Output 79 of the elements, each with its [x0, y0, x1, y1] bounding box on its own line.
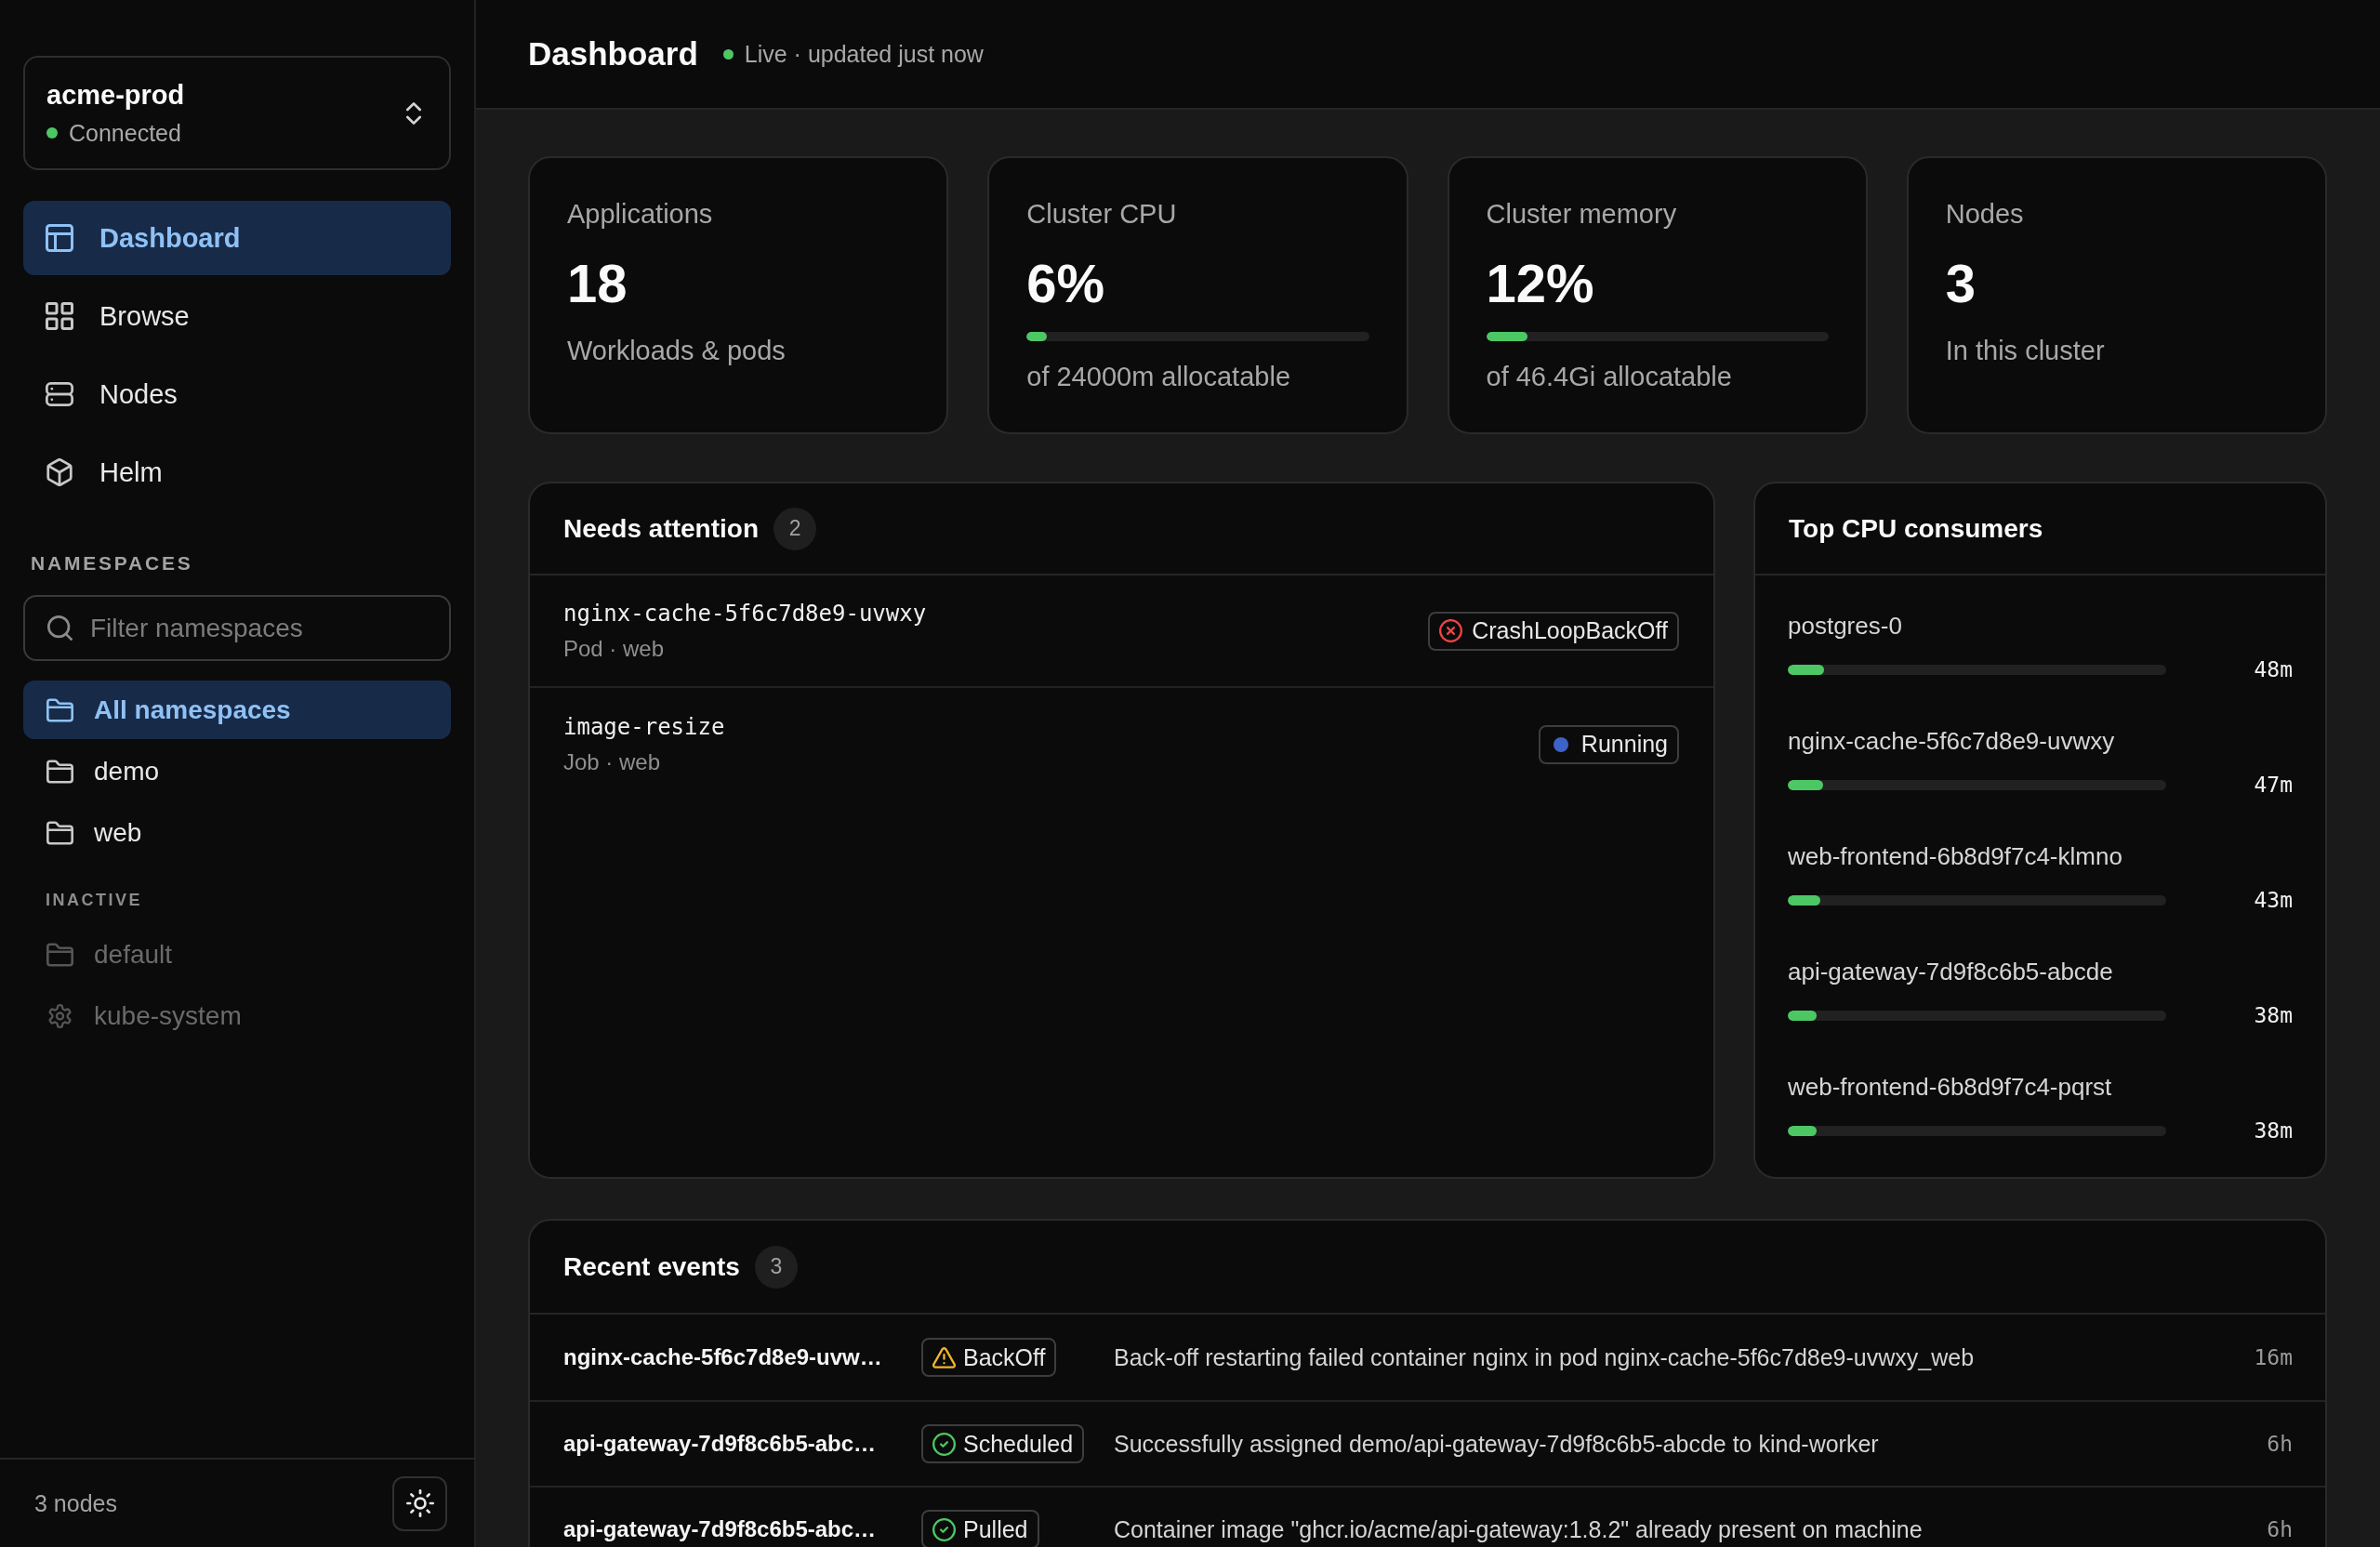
pod-name: postgres-0: [1788, 612, 1903, 640]
workload-detail: Job · web: [563, 748, 662, 775]
stat-value: 12%: [1486, 252, 1595, 315]
pod-name: web-frontend-6b8d9f7c4-klmno: [1788, 842, 2123, 870]
section-heading: NAMESPACES: [30, 551, 194, 575]
event-message: Container image "ghcr.io/acme/api-gateway:1.8.2" already present on machine: [1114, 1515, 1924, 1543]
stat-value: 3: [1945, 252, 1977, 315]
page-title: Dashboard: [528, 35, 698, 73]
namespace-item[interactable]: All namespaces: [23, 681, 451, 739]
stat-caption: Workloads & pods: [567, 335, 787, 366]
panel-title: Recent events: [563, 1251, 740, 1282]
stat-value: 18: [567, 252, 628, 315]
event-object: api-gateway-7d9f8c6b5-abc…: [563, 1516, 878, 1542]
status-dot-icon: [1553, 736, 1568, 752]
nav-item[interactable]: Browse: [23, 279, 451, 353]
folder-icon: [46, 759, 73, 784]
cube-icon: [46, 458, 73, 486]
event-age: 6h: [2267, 1432, 2293, 1456]
folder-icon: [46, 942, 73, 967]
warning-triangle-icon: [932, 1345, 956, 1369]
nav-item[interactable]: Dashboard: [23, 201, 451, 275]
x-circle-icon: [1439, 619, 1463, 642]
workload-name: image-resize: [563, 713, 725, 740]
cpu-reading: 47m: [2254, 773, 2293, 797]
sun-icon: [405, 1489, 434, 1517]
status-text: CrashLoopBackOff: [1472, 617, 1668, 644]
update-status: Live · updated just now: [744, 40, 984, 68]
gear-icon: [46, 1003, 73, 1028]
check-circle-icon: [932, 1517, 956, 1541]
connection-status: Connected: [69, 119, 181, 147]
chevrons-up-down-icon: [406, 100, 421, 126]
cpu-reading: 48m: [2254, 657, 2293, 681]
stat-label: Nodes: [1945, 198, 2025, 230]
event-age: 6h: [2267, 1517, 2293, 1541]
event-object: api-gateway-7d9f8c6b5-abc…: [563, 1431, 878, 1457]
folder-icon: [46, 697, 73, 722]
pod-name: api-gateway-7d9f8c6b5-abcde: [1788, 958, 2114, 985]
nav-item[interactable]: Nodes: [23, 357, 451, 431]
event-object: nginx-cache-5f6c7d8e9-uvw…: [563, 1344, 883, 1370]
workload-detail: Pod · web: [563, 635, 666, 662]
panel-title: Top CPU consumers: [1789, 513, 2043, 544]
stat-value: 6%: [1026, 252, 1106, 315]
theme-toggle-button[interactable]: [392, 1475, 447, 1531]
pod-name: nginx-cache-5f6c7d8e9-uvwxy: [1788, 727, 2116, 755]
namespace-filter-field[interactable]: Filter namespaces: [23, 595, 451, 661]
server-icon: [46, 380, 73, 408]
section-heading: INACTIVE: [45, 890, 143, 910]
panel-title: Needs attention: [563, 513, 760, 544]
nav-item[interactable]: Helm: [23, 435, 451, 509]
cpu-reading: 38m: [2254, 1118, 2293, 1143]
layout-panels-icon: [46, 224, 73, 252]
namespace-item[interactable]: web: [23, 803, 451, 862]
stat-label: Applications: [567, 198, 714, 230]
event-message: Back-off restarting failed container nginx in pod nginx-cache-5f6c7d8e9-uvwxy_web: [1114, 1343, 1976, 1371]
workload-name: nginx-cache-5f6c7d8e9-uvwxy: [563, 600, 927, 627]
search-icon: [47, 615, 73, 641]
cluster-switcher[interactable]: acme-prod Connected: [23, 56, 451, 170]
check-circle-icon: [932, 1432, 956, 1456]
reason-text: Pulled: [963, 1515, 1028, 1543]
grid-icon: [46, 302, 73, 330]
reason-text: Scheduled: [963, 1430, 1074, 1458]
cluster-name: acme-prod: [46, 79, 185, 111]
event-message: Successfully assigned demo/api-gateway-7d9f8c6b5-abcde to kind-worker: [1114, 1430, 1880, 1458]
namespace-item[interactable]: demo: [23, 742, 451, 800]
stat-caption: In this cluster: [1945, 335, 2106, 366]
stat-label: Cluster memory: [1486, 198, 1678, 230]
event-age: 16m: [2254, 1345, 2293, 1369]
stat-caption: of 24000m allocatable: [1026, 361, 1291, 392]
count-badge: 3: [754, 1245, 798, 1289]
folder-icon: [46, 820, 73, 845]
stat-caption: of 46.4Gi allocatable: [1486, 361, 1733, 392]
count-badge: 2: [774, 507, 817, 550]
pod-name: web-frontend-6b8d9f7c4-pqrst: [1788, 1073, 2113, 1101]
cpu-reading: 43m: [2254, 888, 2293, 912]
node-count: 3 nodes: [34, 1489, 117, 1517]
cpu-reading: 38m: [2254, 1003, 2293, 1027]
stat-label: Cluster CPU: [1026, 198, 1178, 230]
status-text: Running: [1580, 731, 1668, 758]
reason-text: BackOff: [963, 1343, 1046, 1371]
